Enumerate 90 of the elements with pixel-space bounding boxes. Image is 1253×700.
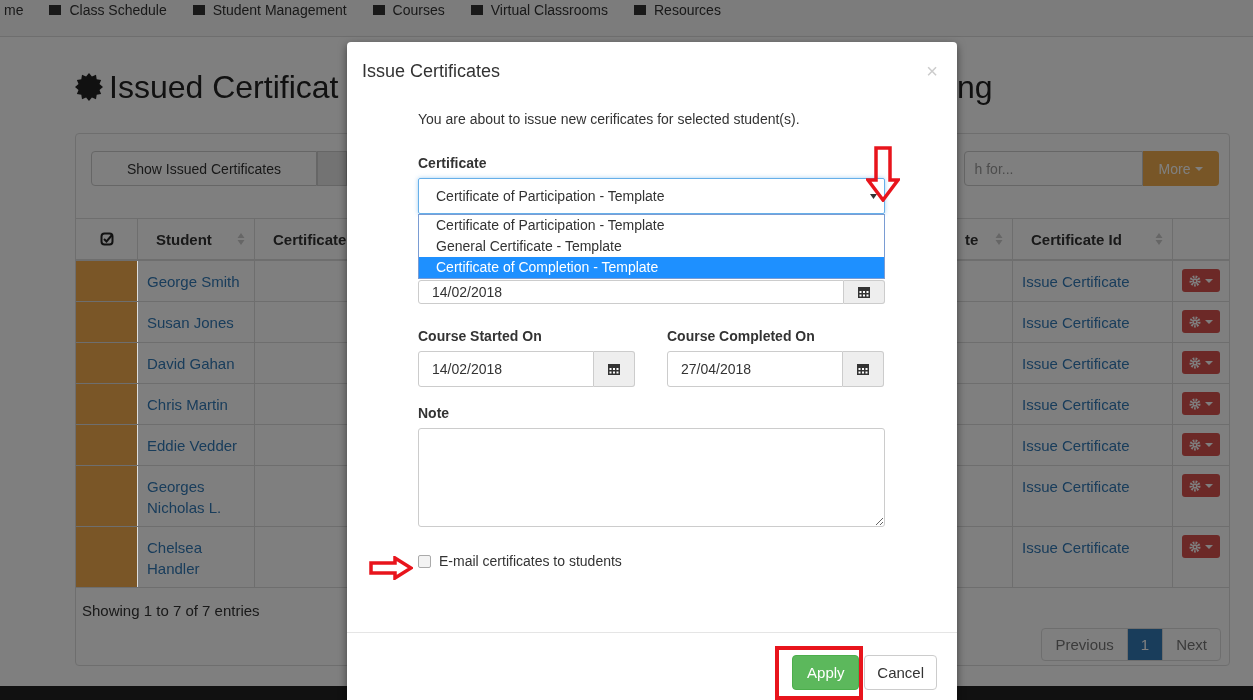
settings-dropdown-button[interactable] [1182, 535, 1220, 558]
more-button[interactable]: More [1142, 151, 1219, 186]
page-title-end: ng [957, 68, 993, 106]
gear-icon [1189, 315, 1201, 328]
column-label: Student [156, 230, 212, 248]
field-label: Course Started On [418, 328, 543, 344]
nav-link[interactable]: Class Schedule [49, 0, 167, 18]
field-label: Note [418, 405, 451, 421]
table-header[interactable]: Student [138, 219, 255, 259]
settings-dropdown-button[interactable] [1182, 392, 1220, 415]
pagination-button[interactable]: Next [1163, 629, 1220, 660]
table-header[interactable]: Certificate Id [1013, 219, 1173, 259]
modal-title: Issue Certificates [362, 61, 501, 82]
caret-icon [1205, 544, 1213, 549]
column-label: te [965, 230, 979, 248]
nav-link[interactable]: Courses [372, 0, 445, 18]
student-link[interactable]: Chelsea Handler [147, 537, 245, 579]
issue-certificate-link[interactable]: Issue Certificate [1022, 312, 1130, 333]
pagination-button[interactable]: 1 [1127, 629, 1164, 660]
issue-certificate-link[interactable]: Issue Certificate [1022, 394, 1130, 415]
calendar-button[interactable] [594, 351, 635, 387]
issue-certificate-link[interactable]: Issue Certificate [1022, 537, 1130, 558]
gear-icon [1189, 540, 1201, 553]
settings-dropdown-button[interactable] [1182, 474, 1220, 497]
gear-icon [1189, 397, 1201, 410]
nav-link[interactable]: Virtual Classrooms [470, 0, 608, 18]
caret-icon [1205, 360, 1213, 365]
caret-icon [1205, 483, 1213, 488]
date-field[interactable]: 14/02/2018 [418, 280, 844, 304]
nav-link[interactable]: Resources [634, 0, 721, 18]
dropdown-option[interactable]: Certificate of Participation - Template [419, 215, 884, 236]
dialog-button[interactable]: Cancel [864, 655, 937, 690]
dropdown-option[interactable]: Certificate of Completion - Template [419, 257, 884, 278]
dialog-button[interactable]: Apply [792, 655, 860, 690]
calendar-icon [858, 286, 870, 298]
caret-icon [1205, 278, 1213, 283]
settings-dropdown-button[interactable] [1182, 351, 1220, 374]
gear-icon [1189, 479, 1201, 492]
caret-icon [870, 193, 877, 199]
issue-certificate-link[interactable]: Issue Certificate [1022, 476, 1130, 497]
student-link[interactable]: Eddie Vedder [147, 435, 238, 456]
sort-icon [1155, 232, 1163, 246]
gear-icon [1189, 438, 1201, 451]
nav-link[interactable]: Student Management [192, 0, 347, 18]
calendar-button[interactable] [843, 351, 884, 387]
table-header[interactable]: Certificate [255, 219, 347, 259]
nav-link[interactable]: me [4, 0, 24, 18]
arrow-annotation [369, 556, 413, 580]
sort-icon [995, 232, 1003, 246]
show-issued-button[interactable]: Show Issued Certificates [91, 151, 317, 186]
date-field[interactable]: 14/02/2018 [418, 351, 594, 387]
issue-certificate-link[interactable]: Issue Certificate [1022, 271, 1130, 292]
close-button[interactable]: × [922, 60, 942, 83]
caret-icon [1205, 442, 1213, 447]
check-square-icon [99, 232, 114, 246]
date-field[interactable]: 27/04/2018 [667, 351, 843, 387]
issue-certificate-link[interactable]: Issue Certificate [1022, 435, 1130, 456]
caret-icon [1205, 319, 1213, 324]
heading-text: Issued Certificat [109, 68, 339, 106]
checkbox-label: E-mail certificates to students [439, 553, 622, 569]
entries-info: Showing 1 to 7 of 7 entries [82, 602, 260, 619]
student-link[interactable]: Susan Jones [147, 312, 234, 333]
field-label: Course Completed On [667, 328, 816, 344]
student-link[interactable]: George Smith [147, 271, 240, 292]
dropdown-option[interactable]: General Certificate - Template [419, 236, 884, 257]
checkbox[interactable] [418, 554, 431, 568]
note-field[interactable] [418, 428, 885, 527]
student-link[interactable]: Georges Nicholas L. [147, 476, 245, 518]
gear-icon [1189, 274, 1201, 287]
settings-dropdown-button[interactable] [1182, 269, 1220, 292]
caret-icon [1205, 401, 1213, 406]
pagination-button[interactable]: Previous [1042, 629, 1128, 660]
seal-icon [75, 73, 103, 101]
toolbar-button[interactable] [317, 151, 347, 186]
student-link[interactable]: Chris Martin [147, 394, 228, 415]
intro-text: You are about to issue new cerificates for selected student(s). [418, 110, 801, 129]
calendar-button[interactable] [844, 280, 885, 304]
arrow-annotation [866, 146, 900, 202]
settings-dropdown-button[interactable] [1182, 433, 1220, 456]
settings-dropdown-button[interactable] [1182, 310, 1220, 333]
calendar-icon [857, 363, 869, 375]
calendar-icon [608, 363, 620, 375]
student-link[interactable]: David Gahan [147, 353, 235, 374]
issue-certificate-link[interactable]: Issue Certificate [1022, 353, 1130, 374]
column-label: Certificate Id [1031, 230, 1122, 248]
field-label: Certificate [418, 155, 488, 171]
gear-icon [1189, 356, 1201, 369]
sort-icon [237, 232, 245, 246]
caret-icon [1194, 166, 1203, 171]
certificate-select[interactable]: Certificate of Participation - Template [418, 178, 885, 214]
